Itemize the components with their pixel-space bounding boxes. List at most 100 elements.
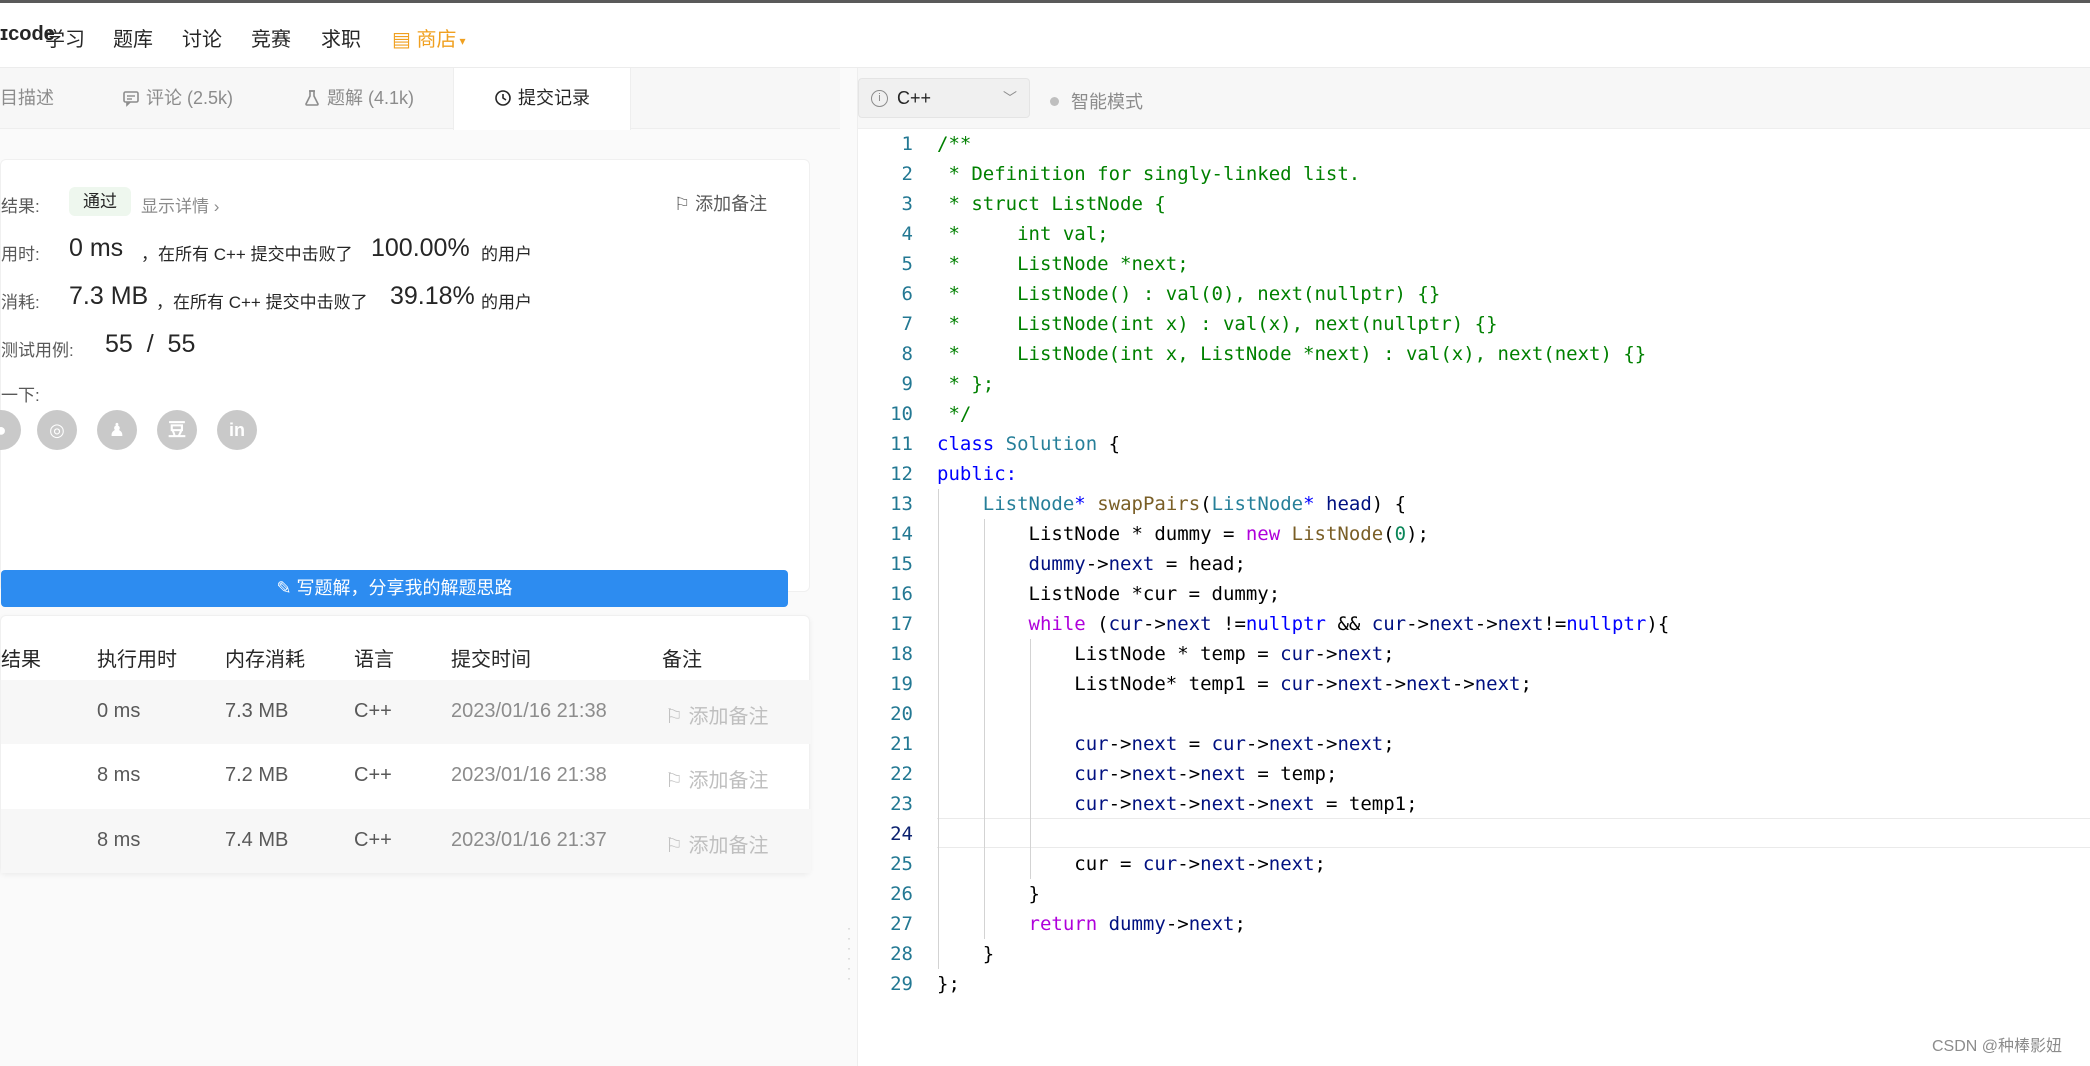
line-number: 5 bbox=[901, 253, 913, 275]
code-line: 14 ListNode * dummy = new ListNode(0); bbox=[858, 519, 2090, 549]
code-token: -> bbox=[1142, 613, 1166, 635]
code-token: * struct ListNode { bbox=[937, 193, 1166, 215]
code-token: -> bbox=[1177, 793, 1201, 815]
code-token: -> bbox=[1314, 733, 1338, 755]
row-runtime: 8 ms bbox=[97, 764, 141, 786]
code-line: 4 * int val; bbox=[858, 219, 2090, 249]
smart-mode-toggle[interactable]: 智能模式 bbox=[1050, 88, 1143, 114]
nav-contest[interactable]: 竞赛 bbox=[251, 23, 291, 52]
code-line: 29}; bbox=[858, 969, 2090, 999]
share-label: 一下: bbox=[1, 386, 40, 405]
line-number: 25 bbox=[890, 853, 913, 875]
weibo-icon[interactable]: ◎ bbox=[37, 410, 77, 450]
code-line: 5 * ListNode *next; bbox=[858, 249, 2090, 279]
write-solution-label: 写题解，分享我的解题思路 bbox=[296, 578, 513, 598]
line-number: 18 bbox=[890, 643, 913, 665]
line-number: 2 bbox=[901, 163, 913, 185]
line-number: 22 bbox=[890, 763, 913, 785]
code-token: cur bbox=[1074, 763, 1109, 785]
code-editor[interactable]: 1 /** 2 * Definition for singly-linked lis… bbox=[858, 129, 2090, 1066]
row-add-note-label: 添加备注 bbox=[688, 835, 769, 857]
code-token: ; bbox=[1383, 733, 1395, 755]
code-token: -> bbox=[1177, 853, 1201, 875]
show-details-link[interactable]: 显示详情 › bbox=[141, 192, 219, 217]
code-text: dummy->next = head; bbox=[937, 549, 1246, 579]
nav-discuss[interactable]: 讨论 bbox=[182, 23, 222, 52]
row-runtime: 0 ms bbox=[97, 700, 141, 722]
nav-shop[interactable]: ▤ 商店 ▾ bbox=[392, 23, 466, 52]
code-line: 10 */ bbox=[858, 399, 2090, 429]
code-text: ListNode* swapPairs(ListNode* head) { bbox=[937, 489, 1406, 519]
nav-learn[interactable]: 学习 bbox=[45, 23, 85, 52]
nav-shop-label: 商店 bbox=[416, 29, 457, 51]
code-text: return dummy->next; bbox=[937, 909, 1246, 939]
code-token: ListNode* temp1 = bbox=[937, 673, 1281, 695]
add-note-button[interactable]: ⚐ 添加备注 bbox=[674, 190, 767, 216]
code-line: 11 class Solution { bbox=[858, 429, 2090, 459]
code-line: 7 * ListNode(int x) : val(x), next(nullp… bbox=[858, 309, 2090, 339]
row-add-note[interactable]: ⚐ 添加备注 bbox=[665, 829, 769, 858]
row-time: 2023/01/16 21:38 bbox=[451, 764, 607, 786]
code-token: next bbox=[1337, 733, 1384, 755]
submission-result-card: 结果: 通过 显示详情 › ⚐ 添加备注 用时: 0 ms ，在所有 C++ 提… bbox=[0, 159, 810, 607]
wechat-icon[interactable]: ● bbox=[0, 410, 21, 450]
editor-toolbar: i C++ ﹀ 智能模式 bbox=[858, 68, 2090, 129]
code-token: cur bbox=[1142, 853, 1178, 875]
code-token: * }; bbox=[937, 373, 995, 395]
memory-percent: 39.18% bbox=[390, 282, 475, 310]
code-token: next bbox=[1200, 853, 1246, 875]
code-token: -> bbox=[1165, 913, 1189, 935]
table-row[interactable]: 8 ms 7.2 MB C++ 2023/01/16 21:38 ⚐ 添加备注 bbox=[1, 744, 811, 808]
code-token: ; bbox=[1314, 853, 1326, 875]
row-add-note[interactable]: ⚐ 添加备注 bbox=[665, 764, 769, 793]
qq-icon[interactable]: ♟ bbox=[97, 410, 137, 450]
line-number: 20 bbox=[890, 703, 913, 725]
linkedin-icon[interactable]: in bbox=[217, 410, 257, 450]
code-token: nullptr bbox=[1245, 613, 1326, 635]
tab-description-label: 目描述 bbox=[0, 88, 54, 108]
tab-comments-label: 评论 (2.5k) bbox=[146, 88, 234, 108]
row-memory: 7.2 MB bbox=[225, 764, 289, 786]
row-add-note[interactable]: ⚐ 添加备注 bbox=[665, 700, 769, 729]
col-time: 提交时间 bbox=[451, 649, 531, 671]
code-token: * ListNode(int x, ListNode *next) : val(… bbox=[937, 343, 1647, 365]
info-icon: i bbox=[871, 90, 888, 107]
code-text: cur = cur->next->next; bbox=[937, 849, 1326, 879]
douban-icon[interactable]: 豆 bbox=[157, 410, 197, 450]
code-token: cur bbox=[1371, 613, 1407, 635]
code-token: ( bbox=[1200, 493, 1212, 515]
code-token: -> bbox=[1177, 763, 1201, 785]
result-label: 结果: bbox=[1, 197, 40, 216]
code-text: cur->next = cur->next->next; bbox=[937, 729, 1395, 759]
code-line: 12 public: bbox=[858, 459, 2090, 489]
row-add-note-label: 添加备注 bbox=[688, 706, 769, 728]
table-row[interactable]: 0 ms 7.3 MB C++ 2023/01/16 21:38 ⚐ 添加备注 bbox=[1, 680, 811, 744]
write-solution-button[interactable]: ✎ 写题解，分享我的解题思路 bbox=[1, 570, 788, 607]
code-token: } bbox=[937, 883, 1040, 905]
tab-description[interactable]: 目描述 bbox=[0, 68, 92, 129]
line-number: 13 bbox=[890, 493, 913, 515]
tab-solutions[interactable]: 题解 (4.1k) bbox=[303, 68, 453, 129]
code-token: next bbox=[1428, 613, 1475, 635]
nav-problems[interactable]: 题库 bbox=[113, 23, 153, 52]
language-select[interactable]: i C++ ﹀ bbox=[858, 78, 1030, 118]
code-text: * ListNode() : val(0), next(nullptr) {} bbox=[937, 279, 1440, 309]
code-token: next bbox=[1200, 763, 1246, 785]
flag-icon: ⚐ bbox=[665, 770, 683, 792]
code-token: * ListNode() : val(0), next(nullptr) {} bbox=[937, 283, 1441, 305]
tab-comments[interactable]: 评论 (2.5k) bbox=[122, 68, 272, 129]
panel-resize-handle[interactable]: · · · · · · bbox=[840, 68, 858, 1066]
line-number: 4 bbox=[901, 223, 913, 245]
code-token: ListNode *cur = dummy; bbox=[937, 583, 1281, 605]
table-row[interactable]: 8 ms 7.4 MB C++ 2023/01/16 21:37 ⚐ 添加备注 bbox=[1, 809, 811, 873]
watermark: CSDN @种棒影妞 bbox=[1931, 1038, 2062, 1055]
nav-jobs[interactable]: 求职 bbox=[321, 23, 361, 52]
tab-submissions[interactable]: 提交记录 bbox=[453, 68, 631, 130]
code-line: 18 ListNode * temp = cur->next; bbox=[858, 639, 2090, 669]
code-token: cur bbox=[1280, 643, 1315, 665]
smart-mode-label: 智能模式 bbox=[1071, 92, 1143, 112]
code-token: * Definition for singly-linked list. bbox=[937, 163, 1361, 185]
